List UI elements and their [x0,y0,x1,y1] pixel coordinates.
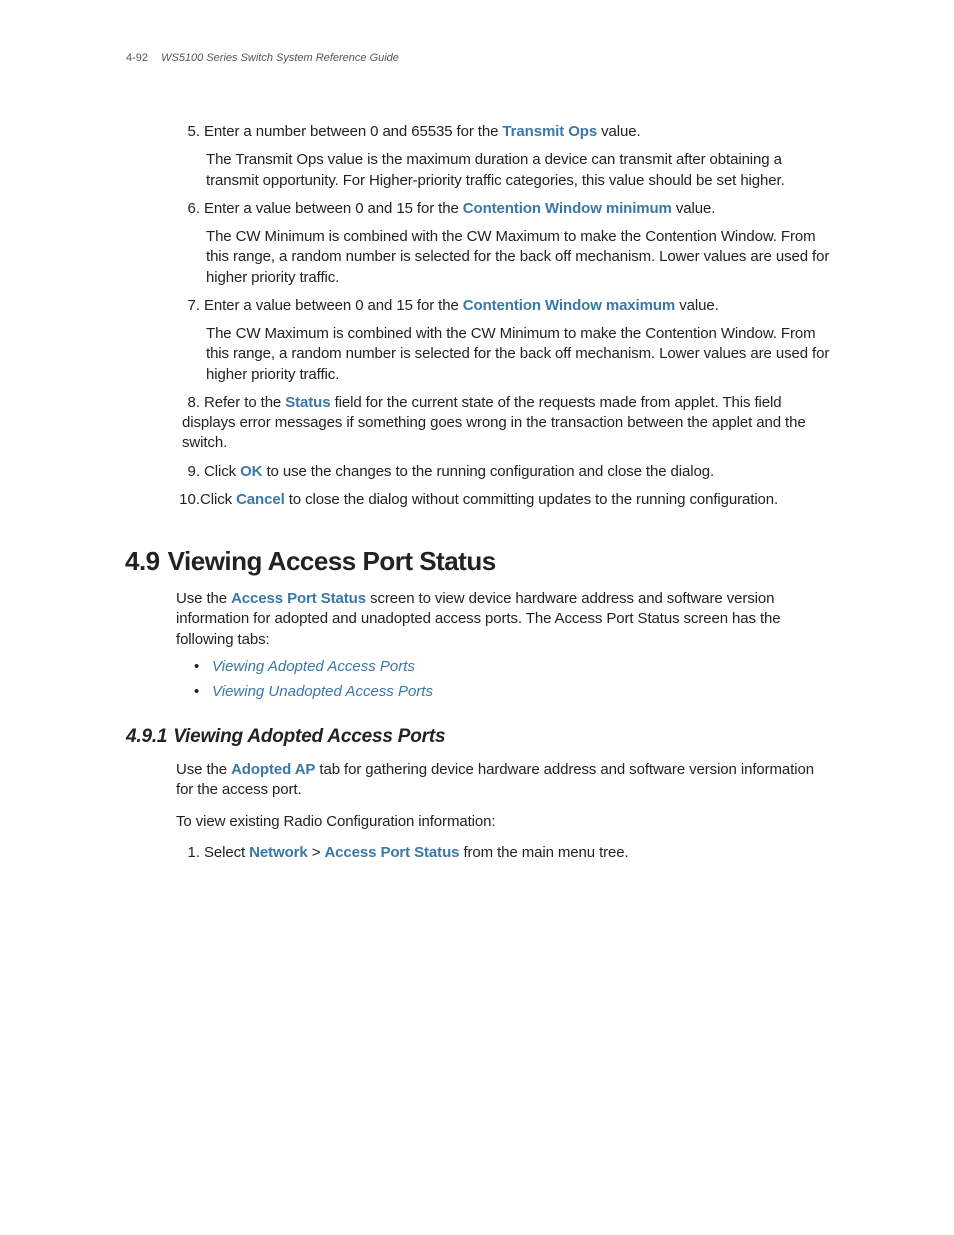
step-text: Enter a value between 0 and 15 for the C… [204,297,719,314]
term-cancel: Cancel [236,491,285,508]
heading-4-9: 4.9 Viewing Access Port Status [125,546,834,577]
step-number: 1. [182,844,200,861]
heading-4-9-1: 4.9.1 Viewing Adopted Access Ports [126,726,834,748]
paragraph: To view existing Radio Configuration inf… [176,812,834,832]
link-viewing-unadopted[interactable]: Viewing Unadopted Access Ports [212,683,433,700]
step-10: 10.Click Cancel to close the dialog with… [178,490,834,510]
step-number: 10. [178,491,200,508]
step-detail: The CW Maximum is combined with the CW M… [206,324,834,385]
paragraph: Use the Access Port Status screen to vie… [176,589,834,650]
step-number: 9. [182,463,200,480]
bullet-adopted-link[interactable]: Viewing Adopted Access Ports [194,658,834,675]
term-cw-min: Contention Window minimum [463,200,672,217]
running-header: 4-92 WS5100 Series Switch System Referen… [126,52,834,64]
step-7: 7.Enter a value between 0 and 15 for the… [182,296,834,385]
step-text: Click OK to use the changes to the runni… [204,463,714,480]
step-9: 9.Click OK to use the changes to the run… [182,462,834,482]
step-number: 6. [182,200,200,217]
step-number: 8. [182,394,200,411]
step-8: 8.Refer to the Status field for the curr… [182,393,834,454]
step-text: Select Network > Access Port Status from… [204,844,629,861]
term-status: Status [285,394,330,411]
term-ok: OK [240,463,262,480]
step-number: 7. [182,297,200,314]
step-1: 1.Select Network > Access Port Status fr… [182,843,834,863]
step-detail: The CW Minimum is combined with the CW M… [206,227,834,288]
doc-title: WS5100 Series Switch System Reference Gu… [161,52,399,64]
step-text: Click Cancel to close the dialog without… [200,491,778,508]
step-detail: The Transmit Ops value is the maximum du… [206,150,834,191]
link-viewing-adopted[interactable]: Viewing Adopted Access Ports [212,658,415,675]
term-access-port-status-menu: Access Port Status [324,844,459,861]
section-title: Viewing Access Port Status [168,546,496,576]
step-6: 6.Enter a value between 0 and 15 for the… [182,199,834,288]
step-number: 5. [182,123,200,140]
step-5: 5.Enter a number between 0 and 65535 for… [182,122,834,191]
subsection-title: Viewing Adopted Access Ports [173,726,445,747]
term-adopted-ap: Adopted AP [231,761,315,778]
term-network: Network [249,844,307,861]
paragraph: Use the Adopted AP tab for gathering dev… [176,760,834,801]
term-cw-max: Contention Window maximum [463,297,675,314]
step-text: Enter a number between 0 and 65535 for t… [204,123,641,140]
term-access-port-status: Access Port Status [231,590,366,607]
step-text: Enter a value between 0 and 15 for the C… [204,200,715,217]
page-number: 4-92 [126,52,148,64]
step-text: Refer to the Status field for the curren… [182,394,806,452]
term-transmit-ops: Transmit Ops [502,123,597,140]
bullet-unadopted-link[interactable]: Viewing Unadopted Access Ports [194,683,834,700]
section-number: 4.9 [125,546,160,576]
subsection-number: 4.9.1 [126,726,167,747]
